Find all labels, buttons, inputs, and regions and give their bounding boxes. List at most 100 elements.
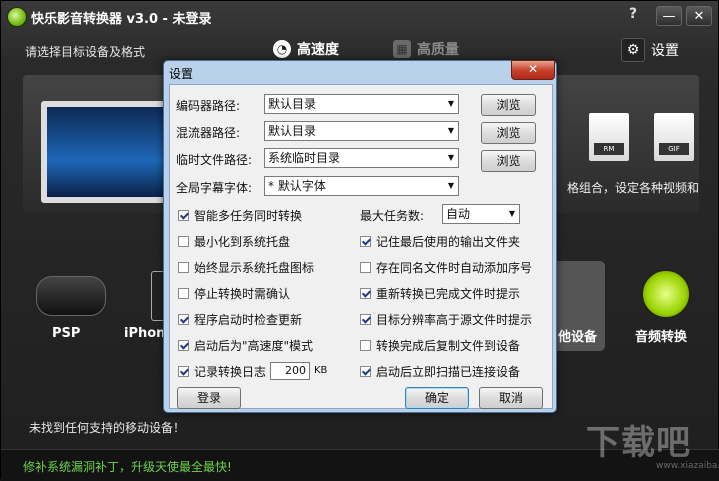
help-button[interactable]: ? xyxy=(629,6,637,22)
device-label-other[interactable]: 他设备 xyxy=(558,326,597,345)
option-confirm-stop[interactable]: 停止转换时需确认 xyxy=(178,285,290,302)
log-size-input[interactable]: 200 xyxy=(270,362,310,380)
muxer-browse-button[interactable]: 浏览 xyxy=(481,122,536,144)
option-label: 记住最后使用的输出文件夹 xyxy=(376,235,521,249)
option-auto-sequence[interactable]: 存在同名文件时自动添加序号 xyxy=(360,259,532,276)
checkbox[interactable] xyxy=(178,262,189,273)
footer-link[interactable]: 修补系统漏洞补丁，升级天使最全最快! xyxy=(23,458,232,475)
option-minimize-to-tray[interactable]: 最小化到系统托盘 xyxy=(178,233,290,250)
gif-file-icon[interactable]: GIF xyxy=(654,113,694,161)
option-label: 记录转换日志 xyxy=(194,365,267,379)
app-title: 快乐影音转换器 v3.0 - 未登录 xyxy=(31,12,212,27)
device-label-psp[interactable]: PSP xyxy=(52,326,80,341)
gif-tag: GIF xyxy=(659,143,689,155)
checkbox[interactable] xyxy=(178,366,189,377)
subtitle: 请选择目标设备及格式 xyxy=(25,45,146,59)
mode-hq-tab[interactable]: ▦ 高质量 xyxy=(393,38,459,60)
option-log-conversion[interactable]: 记录转换日志 xyxy=(178,363,266,380)
dialog-title: 设置 xyxy=(169,67,194,81)
subtitle-font-label: 全局字幕字体: xyxy=(176,181,253,195)
option-label: 程序启动时检查更新 xyxy=(194,313,303,327)
muxer-path-select[interactable]: 默认目录 ▼ xyxy=(264,121,459,141)
cancel-button[interactable]: 取消 xyxy=(479,387,543,409)
rm-tag: RM xyxy=(594,143,624,155)
subtitle-font-select[interactable]: * 默认字体 ▼ xyxy=(264,176,459,196)
rm-file-icon[interactable]: RM xyxy=(589,113,629,161)
device-status: 未找到任何支持的移动设备！ xyxy=(29,421,186,435)
checkbox[interactable] xyxy=(178,288,189,299)
option-smart-multitask[interactable]: 智能多任务同时转换 xyxy=(178,207,302,224)
option-check-update[interactable]: 程序启动时检查更新 xyxy=(178,311,302,328)
login-button[interactable]: 登录 xyxy=(177,387,241,409)
option-label: 始终显示系统托盘图标 xyxy=(194,261,315,275)
encoder-path-label: 编码器路径: xyxy=(176,99,241,113)
device-label-audio[interactable]: 音频转换 xyxy=(635,326,687,345)
checkbox[interactable] xyxy=(178,340,189,351)
encoder-path-value: 默认目录 xyxy=(268,97,317,111)
option-remember-output[interactable]: 记住最后使用的输出文件夹 xyxy=(360,233,520,250)
checkbox[interactable] xyxy=(360,314,371,325)
option-scan-devices[interactable]: 启动后立即扫描已连接设备 xyxy=(360,363,520,380)
ok-button[interactable]: 确定 xyxy=(405,387,469,409)
settings-button[interactable]: ⚙ 设置 xyxy=(621,38,679,62)
title-bar[interactable]: 快乐影音转换器 v3.0 - 未登录 ? — ✕ xyxy=(1,1,719,33)
checkbox[interactable] xyxy=(360,262,371,273)
dialog-close-button[interactable]: ✕ xyxy=(511,60,555,80)
checkbox[interactable] xyxy=(360,236,371,247)
mode-hq-label: 高质量 xyxy=(417,42,459,58)
watermark-url: www.xiazaiba.com xyxy=(656,461,719,471)
monitor-icon[interactable] xyxy=(41,101,173,203)
muxer-path-label: 混流器路径: xyxy=(176,126,241,140)
log-size-unit: KB xyxy=(314,365,328,376)
option-label: 启动后立即扫描已连接设备 xyxy=(376,365,521,379)
checkbox[interactable] xyxy=(360,366,371,377)
max-tasks-select[interactable]: 自动 ▼ xyxy=(442,204,520,224)
option-label: 存在同名文件时自动添加序号 xyxy=(376,261,533,275)
checkbox[interactable] xyxy=(178,314,189,325)
option-label: 启动后为"高速度"模式 xyxy=(194,339,314,353)
headphones-icon[interactable] xyxy=(641,269,691,319)
encoder-browse-button[interactable]: 浏览 xyxy=(481,94,536,116)
temp-path-value: 系统临时目录 xyxy=(268,151,341,165)
option-always-show-tray[interactable]: 始终显示系统托盘图标 xyxy=(178,259,314,276)
option-resolution-prompt[interactable]: 目标分辨率高于源文件时提示 xyxy=(360,311,532,328)
clock-icon: ◔ xyxy=(273,40,291,58)
temp-browse-button[interactable]: 浏览 xyxy=(481,150,536,172)
chevron-down-icon: ▼ xyxy=(447,126,454,135)
watermark-logo: 下载吧 xyxy=(586,423,691,463)
checkbox[interactable] xyxy=(178,236,189,247)
checkbox[interactable] xyxy=(178,210,189,221)
option-copy-to-device[interactable]: 转换完成后复制文件到设备 xyxy=(360,337,520,354)
max-tasks-label: 最大任务数: xyxy=(360,209,425,223)
mode-fast-label: 高速度 xyxy=(297,42,339,58)
settings-label: 设置 xyxy=(651,43,679,59)
temp-path-label: 临时文件路径: xyxy=(176,153,253,167)
option-label: 转换完成后复制文件到设备 xyxy=(376,339,521,353)
option-label: 重新转换已完成文件时提示 xyxy=(376,287,521,301)
film-icon: ▦ xyxy=(393,40,411,58)
chevron-down-icon: ▼ xyxy=(447,153,454,162)
temp-path-select[interactable]: 系统临时目录 ▼ xyxy=(264,148,459,168)
muxer-path-value: 默认目录 xyxy=(268,124,317,138)
app-logo-icon xyxy=(7,7,27,27)
option-reconvert-prompt[interactable]: 重新转换已完成文件时提示 xyxy=(360,285,520,302)
subtitle-font-value: * 默认字体 xyxy=(268,179,326,193)
chevron-down-icon: ▼ xyxy=(508,209,515,218)
checkbox[interactable] xyxy=(360,288,371,299)
mode-fast-tab[interactable]: ◔ 高速度 xyxy=(273,38,339,60)
chevron-down-icon: ▼ xyxy=(447,181,454,190)
dialog-body: 编码器路径: 默认目录 ▼ 浏览 混流器路径: 默认目录 ▼ 浏览 临时文件路径… xyxy=(169,84,553,409)
max-tasks-value: 自动 xyxy=(446,207,471,221)
minimize-button[interactable]: — xyxy=(656,6,682,26)
banner-text: 格组合，设定各种视频和 xyxy=(567,181,700,195)
option-fast-mode-startup[interactable]: 启动后为"高速度"模式 xyxy=(178,337,313,354)
encoder-path-select[interactable]: 默认目录 ▼ xyxy=(264,94,459,114)
close-window-button[interactable]: ✕ xyxy=(686,6,712,26)
checkbox[interactable] xyxy=(360,340,371,351)
gear-icon: ⚙ xyxy=(621,38,645,62)
settings-dialog: 设置 ✕ 编码器路径: 默认目录 ▼ 浏览 混流器路径: 默认目录 ▼ 浏览 临… xyxy=(163,60,557,413)
psp-device-icon[interactable] xyxy=(36,276,106,316)
option-label: 最小化到系统托盘 xyxy=(194,235,291,249)
option-label: 智能多任务同时转换 xyxy=(194,209,303,223)
chevron-down-icon: ▼ xyxy=(447,99,454,108)
